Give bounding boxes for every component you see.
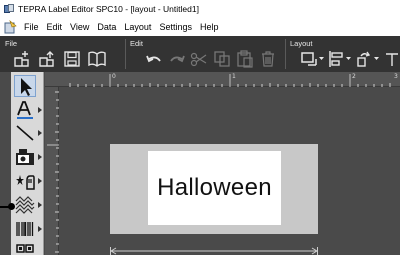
image-tool-icon[interactable] — [14, 146, 36, 168]
layout-canvas[interactable]: 0 1 2 3 Halloween — [0, 72, 400, 255]
text-tool-icon[interactable] — [14, 99, 36, 121]
align-dropdown-icon[interactable] — [346, 56, 351, 61]
ribbon-group-edit-label: Edit — [130, 39, 143, 48]
menu-layout[interactable]: Layout — [120, 22, 155, 32]
window-title: TEPRA Label Editor SPC10 - [layout - Unt… — [18, 3, 199, 14]
ruler-mark-1: 1 — [232, 73, 236, 80]
rotate-icon[interactable] — [355, 50, 373, 68]
vertical-ruler — [45, 87, 59, 255]
title-bar: TEPRA Label Editor SPC10 - [layout - Unt… — [0, 0, 400, 17]
menu-file[interactable]: File — [20, 22, 43, 32]
symbol-tool-icon[interactable] — [14, 170, 36, 192]
pattern-tool-icon[interactable] — [14, 194, 36, 216]
paste-icon — [236, 50, 254, 68]
menu-edit[interactable]: Edit — [43, 22, 67, 32]
text-tool-caret-icon[interactable] — [38, 107, 42, 113]
new-label-icon[interactable] — [13, 50, 31, 68]
barcode-tool-icon[interactable] — [14, 218, 36, 240]
copy-icon — [213, 50, 231, 68]
menu-settings[interactable]: Settings — [155, 22, 196, 32]
qr-code-tool-icon[interactable] — [14, 242, 36, 255]
ruler-mark-3: 3 — [394, 73, 398, 80]
horizontal-ruler: 0 1 2 3 — [45, 72, 400, 87]
align-icon[interactable] — [327, 50, 345, 68]
save-icon[interactable] — [63, 50, 81, 68]
pattern-tool-caret-icon[interactable] — [38, 202, 42, 208]
ribbon-group-layout-label: Layout — [290, 39, 313, 48]
callout-pointer-dot — [8, 203, 15, 210]
ribbon-toolbar: File Edit Layout — [0, 36, 400, 72]
open-icon[interactable] — [38, 50, 56, 68]
delete-icon — [259, 50, 277, 68]
ribbon-separator — [125, 39, 126, 69]
more-icon[interactable] — [384, 50, 398, 68]
redo-icon — [168, 50, 186, 68]
menu-bar: File Edit View Data Layout Settings Help — [0, 17, 400, 36]
undo-icon[interactable] — [145, 50, 163, 68]
tape-length-dimension — [110, 247, 318, 255]
symbol-tool-caret-icon[interactable] — [38, 178, 42, 184]
select-arrow-icon[interactable] — [14, 75, 36, 97]
image-tool-caret-icon[interactable] — [38, 154, 42, 160]
frame-icon[interactable] — [300, 50, 318, 68]
ribbon-separator — [285, 39, 286, 69]
line-tool-icon[interactable] — [14, 122, 36, 144]
app-window: TEPRA Label Editor SPC10 - [layout - Unt… — [0, 0, 400, 255]
cut-icon — [190, 50, 208, 68]
app-logo-icon — [4, 3, 14, 14]
menu-view[interactable]: View — [66, 22, 93, 32]
label-print-area[interactable]: Halloween — [148, 151, 281, 225]
line-tool-caret-icon[interactable] — [38, 130, 42, 136]
menu-data[interactable]: Data — [93, 22, 120, 32]
document-menu-icon[interactable] — [4, 19, 18, 34]
label-tape[interactable]: Halloween — [110, 144, 318, 234]
rotate-dropdown-icon[interactable] — [374, 56, 379, 61]
barcode-tool-caret-icon[interactable] — [38, 226, 42, 232]
ruler-mark-0: 0 — [112, 73, 116, 80]
menu-help[interactable]: Help — [196, 22, 223, 32]
ribbon-group-file-label: File — [5, 39, 18, 48]
library-icon[interactable] — [88, 50, 106, 68]
tool-palette — [11, 72, 44, 255]
frame-dropdown-icon[interactable] — [319, 56, 324, 61]
label-text[interactable]: Halloween — [157, 174, 272, 202]
ruler-mark-2: 2 — [352, 73, 356, 80]
